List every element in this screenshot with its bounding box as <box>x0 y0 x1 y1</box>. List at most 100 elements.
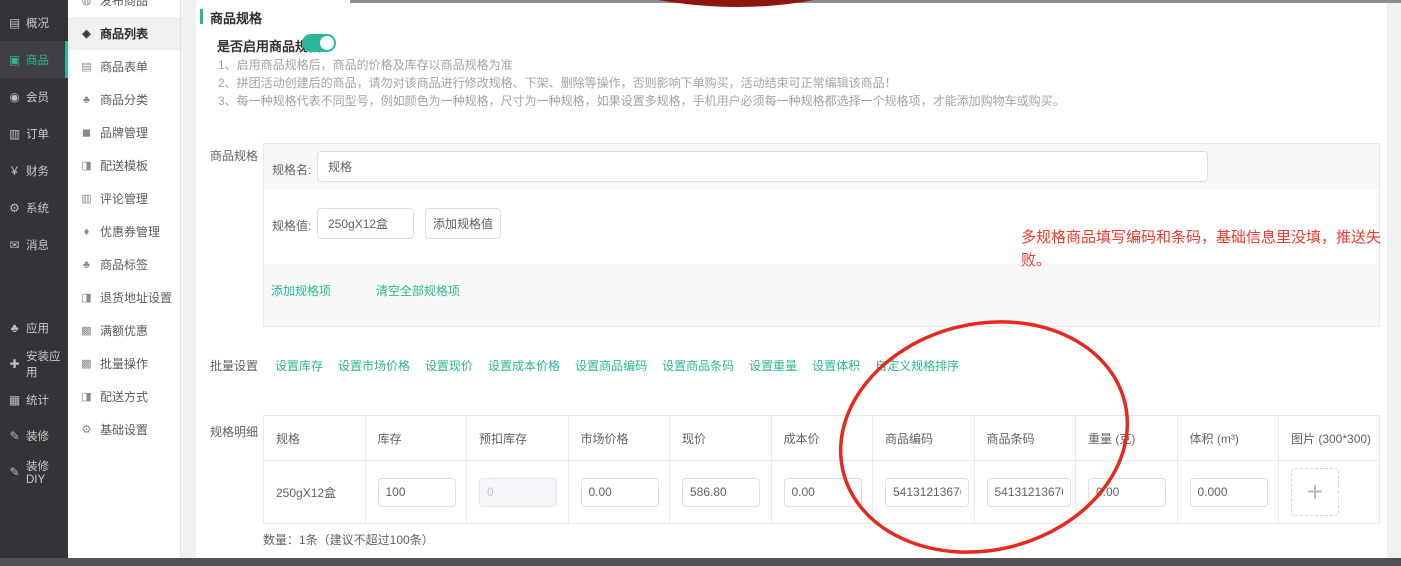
goods-barcode-input[interactable] <box>987 478 1071 507</box>
comment-manage-icon: ▥ <box>80 192 93 205</box>
decorate-diy-icon: ✎ <box>7 465 22 479</box>
submenu-item-return-address[interactable]: ◨ 退货地址设置 <box>68 281 180 314</box>
system-icon: ⚙ <box>7 201 22 215</box>
sidebar-item-finance[interactable]: ¥财务 <box>0 152 68 189</box>
cell-stock-input <box>366 461 468 523</box>
decorate-icon: ✎ <box>7 429 22 443</box>
spec-name-input[interactable] <box>317 151 1208 182</box>
stock-input[interactable] <box>378 478 456 507</box>
custom-spec-sort-link[interactable]: 自定义规格排序 <box>875 357 959 374</box>
column-header-weight: 重量 (克) <box>1076 416 1178 460</box>
submenu-item-basic-settings[interactable]: ⚙ 基础设置 <box>68 413 180 446</box>
sidebar-item-messages[interactable]: ✉消息 <box>0 226 68 263</box>
set-price-link[interactable]: 设置现价 <box>425 357 473 374</box>
bottom-window-bar <box>0 558 1401 566</box>
submenu-item-goods-list[interactable]: ◈商品列表 <box>68 17 180 50</box>
column-header-volume: 体积 (m³) <box>1178 416 1280 460</box>
delivery-template-label: 配送模板 <box>100 157 148 174</box>
submenu-item-full-discount[interactable]: ▩满额优惠 <box>68 314 180 347</box>
members-label: 会员 <box>26 89 49 105</box>
submenu-item-delivery-method[interactable]: ◨配送方式 <box>68 380 180 413</box>
sidebar-item-members[interactable]: ◉ 会员 <box>0 78 68 115</box>
sidebar-item-system[interactable]: ⚙系统 <box>0 189 68 226</box>
clear-all-spec-items-link[interactable]: 清空全部规格项 <box>376 282 460 299</box>
column-header-image: 图片 (300*300) <box>1279 416 1379 460</box>
table-header-row: 规格库存预扣库存市场价格现价成本价商品编码商品条码重量 (克)体积 (m³)图片… <box>264 416 1379 461</box>
spec-value-input[interactable] <box>317 208 414 239</box>
secondary-sidebar: ◍发布商品◈商品列表▤商品表单♣商品分类◼品牌管理◨配送模板▥评论管理♦优惠券管… <box>68 0 181 566</box>
decorate-diy-label: 装修DIY <box>26 458 68 486</box>
set-stock-link[interactable]: 设置库存 <box>275 357 323 374</box>
submenu-item-brand-manage[interactable]: ◼品牌管理 <box>68 116 180 149</box>
volume-input[interactable] <box>1190 478 1268 507</box>
row-count-text: 数量：1条（建议不超过100条） <box>263 531 434 548</box>
basic-settings-icon: ⚙ <box>80 423 93 436</box>
set-goods-barcode-link[interactable]: 设置商品条码 <box>662 357 734 374</box>
primary-nav-top: ▤概况▣商品 ◉ 会员 ▥ 订单 ¥财务⚙系统✉消息 <box>0 4 68 263</box>
spec-detail-table: 规格库存预扣库存市场价格现价成本价商品编码商品条码重量 (克)体积 (m³)图片… <box>263 415 1380 524</box>
set-goods-code-link[interactable]: 设置商品编码 <box>575 357 647 374</box>
withhold-stock-input <box>479 478 557 507</box>
spec-name-label: 规格名: <box>272 161 311 178</box>
submenu-item-goods-category[interactable]: ♣商品分类 <box>68 83 180 116</box>
submenu-item-delivery-template[interactable]: ◨配送模板 <box>68 149 180 182</box>
price-input[interactable] <box>682 478 760 507</box>
goods-form-icon: ▤ <box>80 60 93 73</box>
image-upload-button[interactable]: + <box>1291 468 1339 516</box>
add-spec-item-link[interactable]: 添加规格项 <box>271 282 331 299</box>
delivery-method-icon: ◨ <box>80 390 93 403</box>
submenu-item-coupon-manage[interactable]: ♦优惠券管理 <box>68 215 180 248</box>
set-weight-link[interactable]: 设置重量 <box>749 357 797 374</box>
return-address-label: 退货地址设置 <box>100 289 172 306</box>
sidebar-item-goods[interactable]: ▣商品 <box>0 41 68 78</box>
cell-image-upload: + <box>1279 461 1379 523</box>
sidebar-item-decorate[interactable]: ✎装修 <box>0 418 68 454</box>
submenu-item-comment-manage[interactable]: ▥评论管理 <box>68 182 180 215</box>
toggle-knob <box>320 36 334 50</box>
orders-label: 订单 <box>26 126 49 142</box>
cell-volume-input <box>1178 461 1280 523</box>
orders-icon: ▥ <box>7 127 22 141</box>
column-header-withhold-stock: 预扣库存 <box>467 416 569 460</box>
market-price-input[interactable] <box>581 478 659 507</box>
cost-price-input[interactable] <box>784 478 862 507</box>
column-header-goods-code: 商品编码 <box>873 416 975 460</box>
set-volume-link[interactable]: 设置体积 <box>812 357 860 374</box>
sidebar-item-stats[interactable]: ▦统计 <box>0 382 68 418</box>
set-cost-price-link[interactable]: 设置成本价格 <box>488 357 560 374</box>
cell-price-input <box>670 461 772 523</box>
sidebar-item-orders[interactable]: ▥ 订单 <box>0 115 68 152</box>
cell-goods-barcode-input <box>975 461 1077 523</box>
secondary-nav: ◍发布商品◈商品列表▤商品表单♣商品分类◼品牌管理◨配送模板▥评论管理♦优惠券管… <box>68 0 180 446</box>
weight-input[interactable] <box>1088 478 1166 507</box>
cell-cost-price-input <box>772 461 874 523</box>
goods-category-label: 商品分类 <box>100 91 148 108</box>
annotation-text: 多规格商品填写编码和条码，基础信息里没填，推送失败。 <box>1021 226 1401 273</box>
set-market-price-link[interactable]: 设置市场价格 <box>338 357 410 374</box>
submenu-item-goods-tags[interactable]: ♣商品标签 <box>68 248 180 281</box>
cell-spec-text: 250gX12盒 <box>264 461 366 523</box>
column-header-cost-price: 成本价 <box>772 416 874 460</box>
goods-tags-label: 商品标签 <box>100 256 148 273</box>
return-address-icon: ◨ <box>80 291 93 304</box>
messages-label: 消息 <box>26 237 49 253</box>
batch-links: 设置库存设置市场价格设置现价设置成本价格设置商品编码设置商品条码设置重量设置体积… <box>275 357 959 374</box>
sidebar-item-decorate-diy[interactable]: ✎ 装修DIY <box>0 454 68 490</box>
sidebar-item-overview[interactable]: ▤概况 <box>0 4 68 41</box>
goods-icon: ▣ <box>7 53 22 67</box>
add-spec-value-button[interactable]: 添加规格值 <box>425 208 501 239</box>
page-title: 商品规格 <box>210 8 262 27</box>
scrollbar[interactable] <box>1387 3 1401 558</box>
goods-code-input[interactable] <box>885 478 969 507</box>
basic-settings-label: 基础设置 <box>100 421 148 438</box>
goods-form-label: 商品表单 <box>100 58 148 75</box>
submenu-item-goods-form[interactable]: ▤ 商品表单 <box>68 50 180 83</box>
members-icon: ◉ <box>7 90 22 104</box>
submenu-item-publish-goods[interactable]: ◍发布商品 <box>68 0 180 17</box>
sidebar-item-apps[interactable]: ♣应用 <box>0 310 68 346</box>
spec-detail-label: 规格明细 <box>210 423 258 440</box>
sidebar-item-install-apps[interactable]: ✚安装应用 <box>0 346 68 382</box>
enable-spec-toggle[interactable] <box>302 34 336 52</box>
goods-list-icon: ◈ <box>80 27 93 40</box>
submenu-item-batch-operation[interactable]: ▩批量操作 <box>68 347 180 380</box>
